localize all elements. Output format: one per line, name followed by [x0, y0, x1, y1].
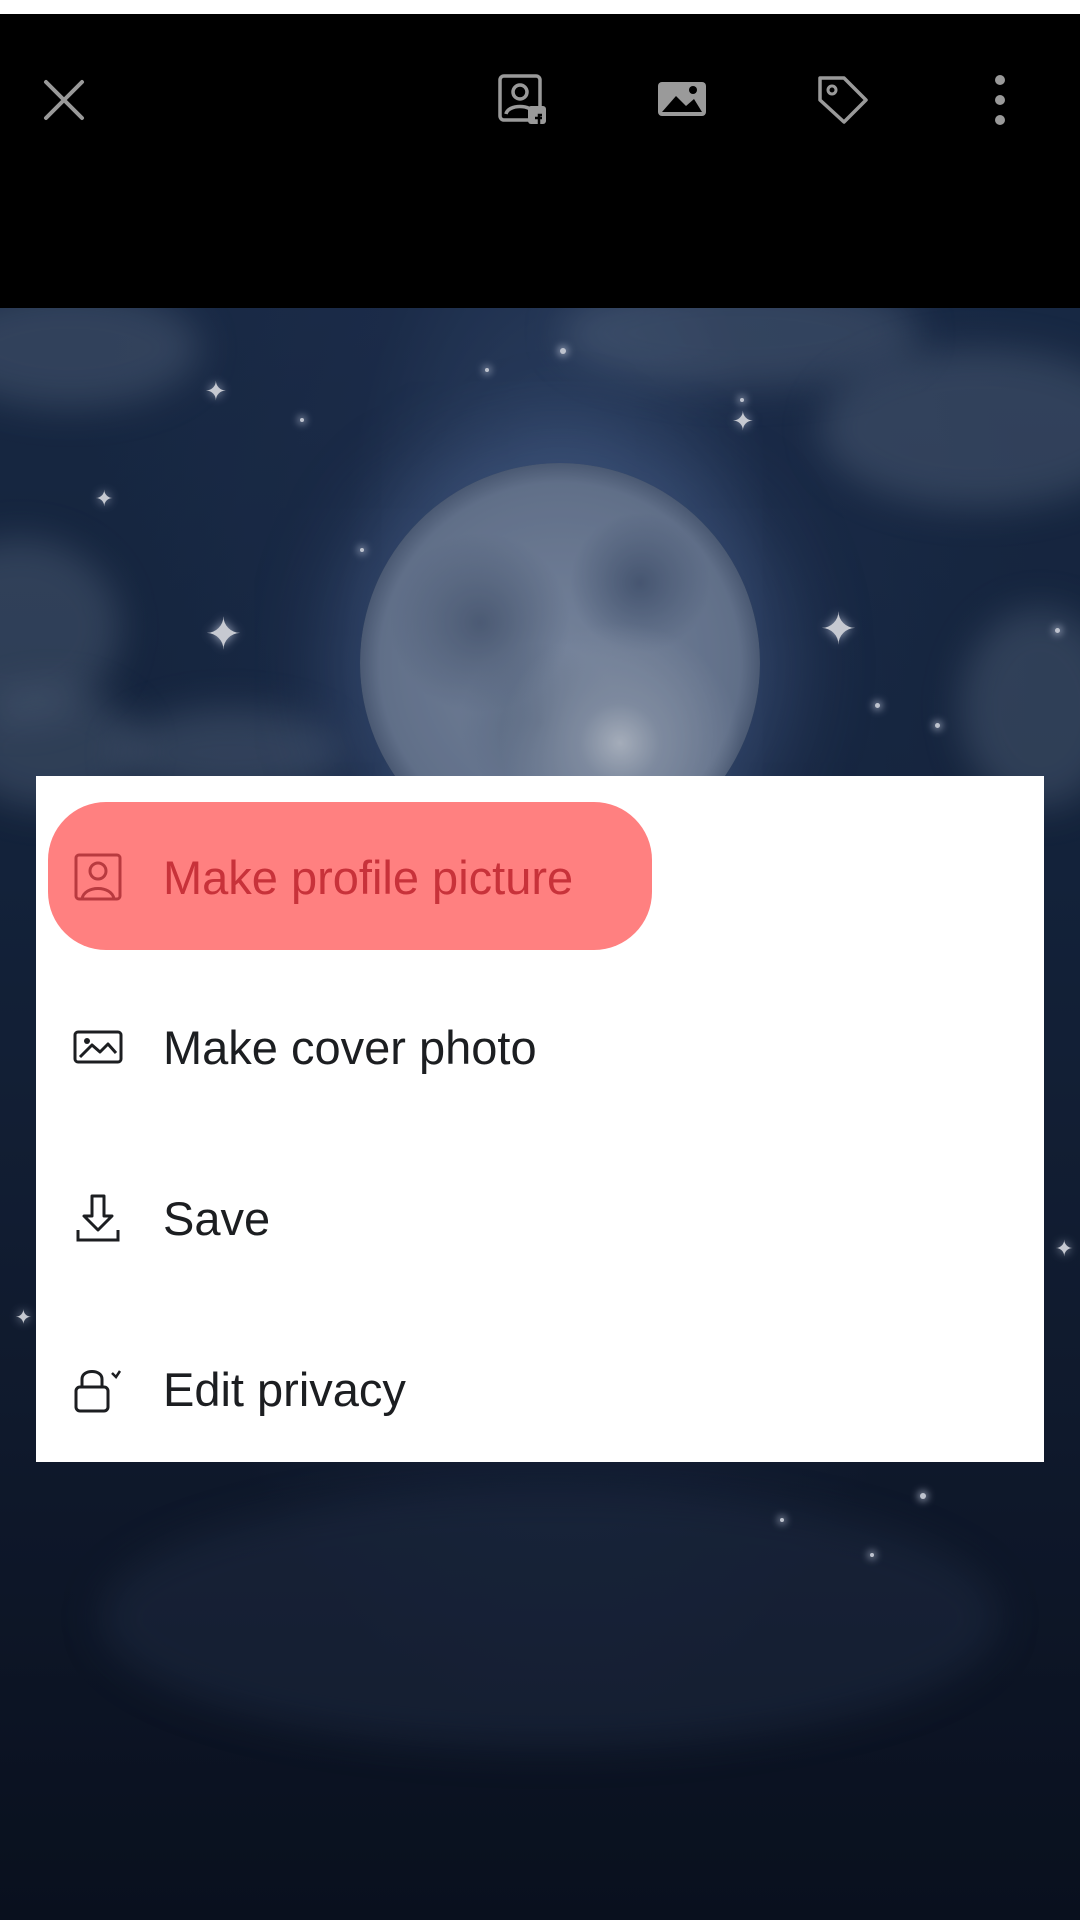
status-bar	[0, 0, 1080, 14]
more-vertical-icon	[995, 75, 1005, 125]
profile-picture-button[interactable]	[486, 64, 558, 136]
menu-item-label: Edit privacy	[163, 1362, 406, 1416]
close-icon	[44, 80, 84, 120]
lock-icon	[70, 1361, 126, 1417]
photo-options-menu: Make profile picture Make cover photo Sa…	[36, 776, 1044, 1462]
top-toolbar	[0, 14, 1080, 308]
cover-photo-icon	[70, 1019, 126, 1075]
menu-item-make-profile-picture[interactable]: Make profile picture	[36, 802, 1044, 952]
more-options-button[interactable]	[964, 64, 1036, 136]
menu-item-label: Make cover photo	[163, 1020, 537, 1074]
tag-icon	[818, 76, 868, 124]
cover-photo-button[interactable]	[646, 64, 718, 136]
profile-frame-icon	[498, 74, 546, 124]
menu-item-label: Save	[163, 1191, 271, 1245]
menu-item-label: Make profile picture	[163, 850, 574, 904]
menu-item-save[interactable]: Save	[36, 1143, 1044, 1293]
download-icon	[70, 1190, 126, 1246]
menu-item-edit-privacy[interactable]: Edit privacy	[36, 1314, 1044, 1464]
profile-picture-icon	[70, 849, 126, 905]
menu-item-make-cover-photo[interactable]: Make cover photo	[36, 972, 1044, 1122]
close-button[interactable]	[28, 64, 100, 136]
tag-button[interactable]	[806, 64, 878, 136]
photo-icon	[658, 82, 706, 116]
